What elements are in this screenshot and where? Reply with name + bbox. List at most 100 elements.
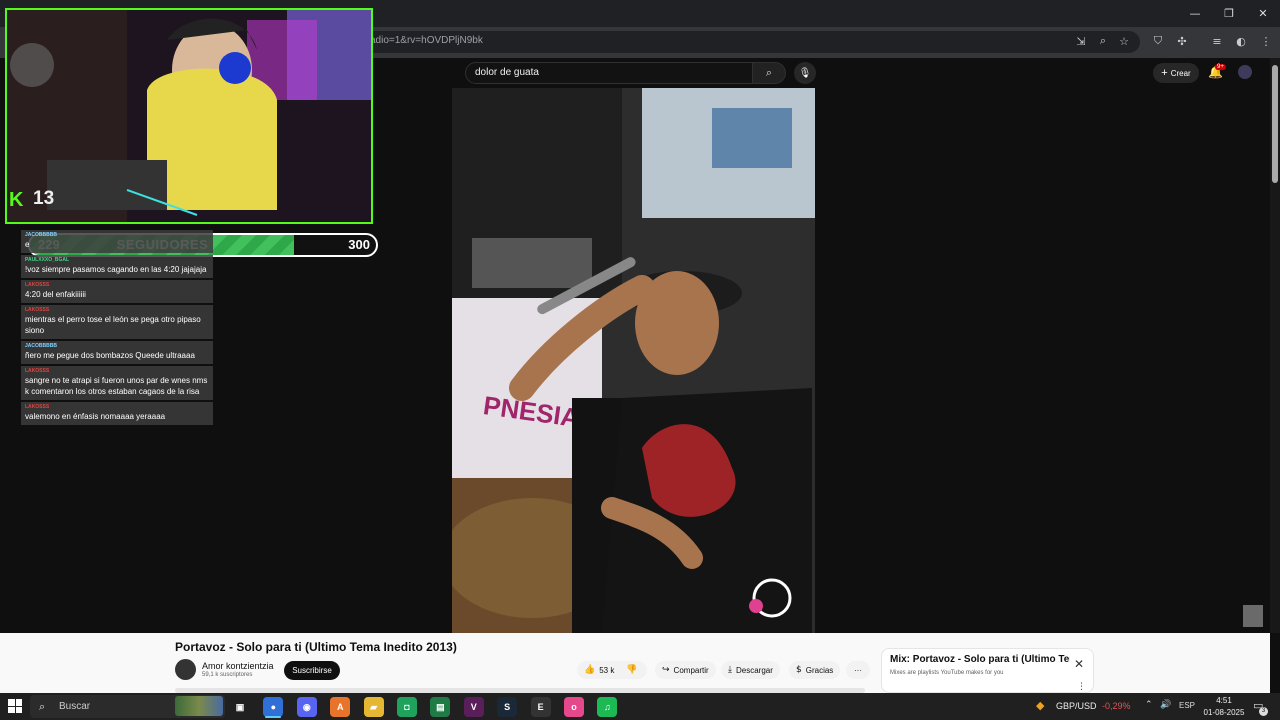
like-icon[interactable]: 👍 — [584, 665, 595, 675]
spotify-icon[interactable]: ♫ — [597, 697, 618, 717]
browser-menu-icon[interactable]: ⋮ — [1258, 33, 1274, 49]
clock-date: 01-08-2025 — [1203, 708, 1245, 717]
thanks-label: Gracias — [805, 665, 834, 675]
like-count[interactable]: 53 k — [599, 666, 614, 675]
chat-text: mientras el perro tose el león se pega o… — [25, 315, 201, 335]
notification-count: 3 — [1259, 707, 1268, 716]
webcam-overlay: K 13 — [5, 8, 373, 224]
chat-message: LAKOSSS mientras el perro tose el león se… — [21, 305, 213, 339]
close-button[interactable]: ✕ — [1246, 0, 1280, 27]
install-app-icon[interactable]: ⇲ — [1073, 33, 1089, 49]
share-icon: ↪ — [662, 665, 670, 675]
profile-avatar-icon[interactable]: ◐ — [1233, 33, 1249, 49]
notification-badge: 9+ — [1215, 64, 1226, 70]
currency-change: -0,29% — [1102, 701, 1131, 711]
dislike-icon[interactable]: 👎 — [626, 665, 637, 675]
address-bar-url: adio=1&rv=hOVDPljN9bk — [370, 35, 483, 46]
bookmark-star-icon[interactable]: ☆ — [1116, 33, 1132, 49]
chevron-up-icon[interactable]: ⌃ — [1145, 700, 1153, 710]
language-indicator[interactable]: ESP — [1179, 701, 1195, 710]
taskbar-search-label: Buscar — [59, 701, 91, 712]
window-controls: — ❐ ✕ — [1178, 0, 1280, 27]
steam-icon[interactable]: S — [497, 697, 518, 717]
windows-start-icon[interactable] — [8, 699, 22, 713]
sheets-icon[interactable]: ▤ — [430, 697, 451, 717]
create-label: Crear — [1170, 68, 1191, 78]
shield-extension-icon[interactable]: ⛉ — [1150, 33, 1166, 49]
miniplayer-thumbnail[interactable] — [1243, 605, 1263, 627]
share-button[interactable]: ↪ Compartir — [655, 661, 716, 679]
kick-logo-icon: K — [9, 189, 24, 211]
zoom-icon[interactable]: ⌕ — [1095, 33, 1111, 49]
mix-subtitle: Mixes are playlists YouTube makes for yo… — [890, 670, 1004, 676]
chat-username: LAKOSSS — [25, 404, 50, 410]
download-label: Descargar — [735, 665, 773, 675]
chat-username: LAKOSSS — [25, 368, 50, 374]
thanks-button[interactable]: $ Gracias — [789, 661, 841, 679]
chat-text: ñero me pegue dos bombazos Queede ultraa… — [25, 351, 195, 360]
chat-username: JACOBBBBB — [25, 343, 57, 349]
viewer-count: 13 — [33, 188, 55, 209]
acrobat-icon[interactable]: A — [330, 697, 351, 717]
chat-username: PAULXXXO_BGAL — [25, 257, 70, 263]
system-clock[interactable]: 4:51 01-08-2025 — [1200, 695, 1248, 719]
create-button[interactable]: + Crear — [1153, 63, 1199, 83]
subscribe-button[interactable]: Suscribirse — [284, 661, 340, 680]
chat-username: JACOBBBBB — [25, 232, 57, 238]
youtube-avatar[interactable] — [1238, 65, 1252, 79]
chat-message: LAKOSSS 4:20 del enfakiiiiii — [21, 280, 213, 303]
chat-username: LAKOSSS — [25, 307, 50, 313]
chrome-icon[interactable]: ● — [263, 697, 284, 717]
download-icon: ⤓ — [728, 665, 732, 675]
video-title: Portavoz - Solo para ti (Ultimo Tema Ine… — [175, 640, 457, 654]
chat-message: JACOBBBBB ñero me pegue dos bombazos Quee… — [21, 341, 213, 364]
microphone-icon[interactable]: 🎙 — [794, 62, 816, 84]
kick-icon[interactable]: ◘ — [397, 697, 417, 717]
page-scrollbar-thumb[interactable] — [1272, 65, 1278, 183]
close-icon[interactable]: ✕ — [1074, 657, 1084, 671]
active-app-indicator — [265, 716, 281, 718]
search-icon[interactable]: ⌕ — [752, 62, 786, 84]
plus-icon: + — [1161, 67, 1168, 79]
chat-text: !voz siempre pasamos cagando en las 4:20… — [25, 265, 207, 274]
chat-text: sangre no te atrapi si fueron unos par d… — [25, 376, 208, 396]
osu-icon[interactable]: o — [564, 697, 584, 717]
share-label: Compartir — [673, 665, 709, 675]
channel-name[interactable]: Amor kontzientzia — [202, 661, 274, 671]
epic-icon[interactable]: E — [530, 697, 551, 717]
currency-pair[interactable]: GBP/USD — [1056, 701, 1097, 711]
maximize-button[interactable]: ❐ — [1212, 0, 1246, 27]
chat-username: LAKOSSS — [25, 282, 50, 288]
volume-icon[interactable]: 🔊 — [1160, 700, 1171, 710]
like-dislike-group: 👍 53 k 👎 — [577, 661, 647, 679]
chat-overlay: JACOBBBBB e PAULXXXO_BGAL !voz siempre pasa… — [21, 230, 213, 427]
chat-text: valemono en énfasis nomaaaa yeraaaa — [25, 412, 166, 421]
more-actions-button[interactable]: ··· — [846, 661, 870, 679]
thanks-icon: $ — [796, 665, 802, 675]
channel-avatar[interactable] — [175, 659, 196, 680]
video-frame: PNESIA — [452, 88, 815, 633]
extensions-puzzle-icon[interactable]: ✣ — [1174, 33, 1190, 49]
chat-message: JACOBBBBB e — [21, 230, 213, 253]
task-view-icon[interactable]: ▣ — [230, 697, 250, 717]
clock-time: 4:51 — [1216, 696, 1232, 705]
follower-goal: 300 — [348, 237, 370, 252]
vegas-icon[interactable]: V — [463, 697, 484, 717]
mix-title[interactable]: Mix: Portavoz - Solo para ti (Ultimo Tem… — [890, 654, 1070, 665]
discord-icon[interactable]: ◉ — [296, 697, 317, 717]
explorer-icon[interactable]: ▰ — [363, 697, 384, 717]
chat-text: e — [25, 240, 30, 249]
currency-widget-icon[interactable]: ◆ — [1036, 699, 1052, 713]
search-highlight-image[interactable] — [175, 696, 223, 716]
download-button[interactable]: ⤓ Descargar — [721, 661, 780, 679]
webcam-frame — [7, 10, 371, 222]
chat-text: 4:20 del enfakiiiiii — [25, 290, 86, 299]
minimize-button[interactable]: — — [1178, 0, 1212, 27]
more-vert-icon[interactable]: ⋮ — [1077, 682, 1086, 692]
youtube-search-value: dolor de guata — [475, 67, 539, 78]
video-player[interactable]: PNESIA — [452, 88, 815, 633]
media-queue-icon[interactable]: ≡ — [1209, 33, 1225, 49]
search-icon: ⌕ — [39, 700, 46, 713]
chat-message: PAULXXXO_BGAL !voz siempre pasamos cagand… — [21, 255, 213, 278]
subscriber-count: 59,1 k suscriptores — [202, 672, 253, 678]
